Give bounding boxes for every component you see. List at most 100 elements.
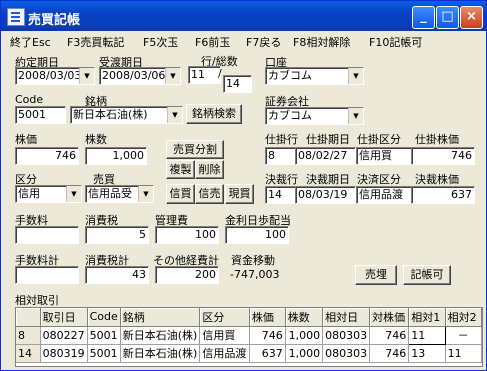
menu-enable-entry[interactable]: F10記帳可 bbox=[369, 34, 422, 50]
table-cell[interactable]: 信用品渡 bbox=[199, 344, 250, 363]
trade-type-select[interactable]: 信用品受 ▼ bbox=[85, 185, 154, 203]
open-row-label: 仕掛行 bbox=[265, 133, 298, 146]
fee-total-field[interactable] bbox=[15, 266, 79, 284]
chevron-down-icon[interactable]: ▼ bbox=[348, 68, 363, 84]
cash-buy-button[interactable]: 現買 bbox=[225, 184, 254, 204]
settle-price-field[interactable]: 637 bbox=[411, 186, 475, 204]
category-value: 信用 bbox=[18, 187, 40, 200]
column-header[interactable]: 相対日 bbox=[322, 308, 371, 327]
settle-category-label: 決済区分 bbox=[357, 173, 401, 186]
column-header[interactable]: 銘柄 bbox=[120, 308, 201, 327]
column-header[interactable]: 株価 bbox=[249, 308, 286, 327]
sell-close-button[interactable]: 売埋 bbox=[355, 265, 397, 285]
chevron-down-icon[interactable]: ▼ bbox=[79, 68, 94, 84]
table-cell[interactable]: 637 bbox=[249, 344, 286, 363]
menu-previous[interactable]: F6前玉 bbox=[195, 34, 230, 50]
open-row-field[interactable]: 8 bbox=[265, 147, 296, 165]
row-number-field[interactable]: 11 bbox=[188, 66, 221, 84]
tax-total-field[interactable]: 43 bbox=[85, 266, 149, 284]
stock-search-button[interactable]: 銘柄検索 bbox=[186, 104, 242, 124]
table-cell[interactable]: 080319 bbox=[40, 344, 88, 363]
open-price-field[interactable]: 746 bbox=[411, 147, 475, 165]
margin-sell-button[interactable]: 信売 bbox=[195, 184, 224, 204]
open-category-field[interactable]: 信用買 bbox=[356, 147, 414, 165]
main-window: 売買記帳 _ □ × 終了Esc F3売買転記 F5次玉 F6前玉 F7戻る F… bbox=[0, 0, 487, 371]
price-field[interactable]: 746 bbox=[15, 147, 79, 165]
table-cell[interactable]: 746 bbox=[369, 326, 410, 345]
total-count-field[interactable]: 14 bbox=[223, 75, 252, 93]
chevron-down-icon[interactable]: ▼ bbox=[66, 186, 81, 202]
table-row[interactable]: 14 080319 5001 新日本石油(株) 信用品渡 637 1,000 0… bbox=[16, 344, 483, 363]
code-field[interactable]: 5001 bbox=[15, 106, 66, 124]
table-cell[interactable]: 11 bbox=[445, 344, 483, 363]
settle-row-field[interactable]: 14 bbox=[265, 186, 296, 204]
maximize-button[interactable]: □ bbox=[436, 6, 459, 29]
relative-trade-table[interactable]: 取引日 Code 銘柄 区分 株価 株数 相対日 対株価 相対1 相対2 8 0… bbox=[15, 307, 483, 367]
tax-field[interactable]: 5 bbox=[85, 226, 149, 244]
settle-date-field[interactable]: 08/03/19 bbox=[295, 186, 356, 204]
interest-field[interactable]: 100 bbox=[225, 226, 289, 244]
table-cell[interactable]: 13 bbox=[408, 344, 446, 363]
table-cell[interactable]: 746 bbox=[369, 344, 410, 363]
table-cell[interactable]: 11 bbox=[408, 325, 446, 345]
column-header[interactable]: 区分 bbox=[199, 308, 250, 327]
margin-buy-button[interactable]: 信買 bbox=[166, 184, 195, 204]
shares-field[interactable]: 1,000 bbox=[85, 147, 147, 165]
settle-category-field[interactable]: 信用品渡 bbox=[356, 186, 414, 204]
table-cell[interactable]: 1,000 bbox=[285, 344, 324, 363]
table-row[interactable]: 8 080227 5001 新日本石油(株) 信用買 746 1,000 080… bbox=[16, 325, 483, 345]
split-trade-button[interactable]: 売買分割 bbox=[166, 140, 224, 159]
minimize-button[interactable]: _ bbox=[412, 6, 435, 29]
delete-button[interactable]: 削除 bbox=[195, 160, 224, 179]
broker-value: カブコム bbox=[268, 109, 312, 122]
column-header[interactable] bbox=[16, 308, 41, 327]
column-header[interactable]: 対株価 bbox=[369, 308, 410, 327]
table-cell[interactable]: 080303 bbox=[322, 344, 371, 363]
stock-name-value: 新日本石油(株) bbox=[73, 108, 148, 121]
broker-select[interactable]: カブコム ▼ bbox=[265, 107, 364, 125]
open-date-label: 仕掛期日 bbox=[306, 133, 350, 146]
menu-next[interactable]: F5次玉 bbox=[143, 34, 178, 50]
column-header[interactable]: 取引日 bbox=[40, 308, 88, 327]
chevron-down-icon[interactable]: ▼ bbox=[167, 107, 182, 123]
close-button[interactable]: × bbox=[460, 6, 483, 29]
table-cell[interactable]: 1,000 bbox=[285, 326, 324, 345]
column-header[interactable]: Code bbox=[87, 308, 121, 327]
chevron-down-icon[interactable]: ▼ bbox=[165, 68, 180, 84]
menu-release[interactable]: F8相対解除 bbox=[293, 34, 350, 50]
table-cell[interactable]: 5001 bbox=[87, 326, 121, 345]
table-cell[interactable]: 信用買 bbox=[199, 326, 250, 345]
column-header[interactable]: 相対2 bbox=[445, 308, 483, 327]
category-select[interactable]: 信用 ▼ bbox=[15, 185, 82, 203]
table-cell[interactable]: 新日本石油(株) bbox=[120, 344, 201, 363]
fee-field[interactable] bbox=[15, 226, 79, 244]
chevron-down-icon[interactable]: ▼ bbox=[138, 186, 153, 202]
column-header[interactable]: 株数 bbox=[285, 308, 324, 327]
relative-trade-label: 相対取引 bbox=[15, 294, 59, 307]
open-date-field[interactable]: 08/02/27 bbox=[295, 147, 356, 165]
contract-date-select[interactable]: 2008/03/03 ▼ bbox=[15, 67, 95, 85]
other-expense-field[interactable]: 200 bbox=[155, 266, 219, 284]
table-cell[interactable]: 080227 bbox=[40, 326, 88, 345]
menu-back[interactable]: F7戻る bbox=[246, 34, 281, 50]
column-header[interactable]: 相対1 bbox=[408, 308, 446, 327]
table-cell[interactable]: 14 bbox=[16, 344, 41, 363]
table-cell[interactable]: 5001 bbox=[87, 344, 121, 363]
admin-fee-field[interactable]: 100 bbox=[155, 226, 219, 244]
title-bar[interactable]: 売買記帳 _ □ × bbox=[1, 1, 486, 31]
table-cell[interactable]: － bbox=[445, 326, 483, 345]
chevron-down-icon[interactable]: ▼ bbox=[348, 108, 363, 124]
table-cell[interactable]: 080303 bbox=[322, 326, 371, 345]
settle-row-label: 決裁行 bbox=[265, 173, 298, 186]
fund-transfer-label: 資金移動 bbox=[231, 254, 275, 267]
duplicate-button[interactable]: 複製 bbox=[166, 160, 195, 179]
delivery-date-select[interactable]: 2008/03/06 ▼ bbox=[99, 67, 181, 85]
menu-exit[interactable]: 終了Esc bbox=[10, 34, 51, 50]
table-cell[interactable]: 新日本石油(株) bbox=[120, 326, 201, 345]
menu-transfer[interactable]: F3売買転記 bbox=[67, 34, 124, 50]
table-cell[interactable]: 8 bbox=[16, 326, 41, 345]
account-select[interactable]: カブコム ▼ bbox=[265, 67, 364, 85]
stock-name-select[interactable]: 新日本石油(株) ▼ bbox=[70, 106, 183, 124]
table-cell[interactable]: 746 bbox=[249, 326, 286, 345]
enable-entry-button[interactable]: 記帳可 bbox=[403, 265, 451, 285]
